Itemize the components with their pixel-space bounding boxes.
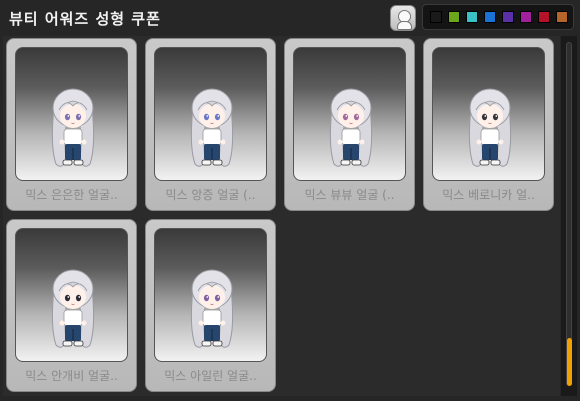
character-sprite-icon — [51, 269, 95, 348]
swatch-purple[interactable] — [520, 11, 532, 23]
coupon-preview — [154, 228, 267, 362]
beauty-awards-coupon-window: 뷰티 어워즈 성형 쿠폰 믹스 은은한 얼굴.. 믹스 앙증 얼굴 (.. 믹스… — [0, 0, 580, 401]
coupon-label: 믹스 은은한 얼굴.. — [25, 188, 118, 202]
coupon-card[interactable]: 믹스 아일린 얼굴.. — [145, 219, 276, 392]
swatch-teal[interactable] — [466, 11, 478, 23]
character-sprite-icon — [190, 269, 234, 348]
coupon-preview — [432, 47, 545, 181]
swatch-green[interactable] — [448, 11, 460, 23]
coupon-label: 믹스 앙증 얼굴 (.. — [165, 188, 256, 202]
coupon-label: 믹스 안개비 얼굴.. — [25, 369, 118, 383]
coupon-label: 믹스 베로니카 얼.. — [442, 188, 535, 202]
vertical-scrollbar[interactable] — [561, 36, 577, 396]
coupon-card[interactable]: 믹스 뷰뷰 얼굴 (.. — [284, 38, 415, 211]
swatch-blue[interactable] — [484, 11, 496, 23]
coupon-label: 믹스 뷰뷰 얼굴 (.. — [304, 188, 395, 202]
character-sprite-icon — [51, 88, 95, 167]
coupon-card[interactable]: 믹스 앙증 얼굴 (.. — [145, 38, 276, 211]
coupon-preview — [154, 47, 267, 181]
coupon-card[interactable]: 믹스 은은한 얼굴.. — [6, 38, 137, 211]
scroll-thumb[interactable] — [567, 338, 572, 386]
swatch-brown[interactable] — [556, 11, 568, 23]
coupon-preview — [15, 47, 128, 181]
character-sprite-icon — [190, 88, 234, 167]
coupon-grid: 믹스 은은한 얼굴.. 믹스 앙증 얼굴 (.. 믹스 뷰뷰 얼굴 (.. 믹스… — [3, 36, 560, 396]
coupon-preview — [293, 47, 406, 181]
swatch-black[interactable] — [430, 11, 442, 23]
swatch-indigo[interactable] — [502, 11, 514, 23]
coupon-preview — [15, 228, 128, 362]
coupon-label: 믹스 아일린 얼굴.. — [164, 369, 257, 383]
scroll-track[interactable] — [566, 42, 572, 386]
coupon-card[interactable]: 믹스 베로니카 얼.. — [423, 38, 554, 211]
character-sprite-icon — [329, 88, 373, 167]
color-palette — [422, 4, 574, 30]
character-preview-icon[interactable] — [390, 5, 416, 31]
swatch-red[interactable] — [538, 11, 550, 23]
window-title: 뷰티 어워즈 성형 쿠폰 — [9, 10, 161, 28]
coupon-card[interactable]: 믹스 안개비 얼굴.. — [6, 219, 137, 392]
character-sprite-icon — [468, 88, 512, 167]
